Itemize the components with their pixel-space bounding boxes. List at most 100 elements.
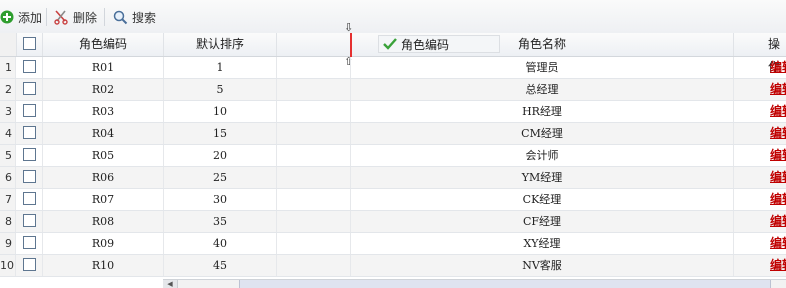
table-row[interactable]: 6 R0625 YM经理 编辑	[0, 167, 786, 189]
table-row[interactable]: 7 R0730 CK经理 编辑	[0, 189, 786, 211]
role-code-cell: R07	[43, 189, 164, 210]
row-number: 8	[0, 211, 16, 232]
table-row[interactable]: 9 R0940 XY经理 编辑	[0, 233, 786, 255]
sort-order-cell: 30	[164, 189, 277, 210]
row-number: 10	[0, 255, 16, 276]
blank-cell	[277, 167, 351, 188]
row-number: 4	[0, 123, 16, 144]
table-row[interactable]: 2 R025 总经理 编辑	[0, 79, 786, 101]
edit-link[interactable]: 编辑	[770, 104, 786, 118]
column-header-sort-order[interactable]: 默认排序	[164, 33, 277, 56]
role-name-cell: CM经理	[351, 123, 734, 144]
sort-order-cell: 35	[164, 211, 277, 232]
role-name-cell: CF经理	[351, 211, 734, 232]
role-name-cell: CK经理	[351, 189, 734, 210]
checkmark-icon	[383, 38, 397, 50]
edit-link[interactable]: 编辑	[770, 126, 786, 140]
row-select-cell	[17, 189, 43, 210]
row-select-cell	[17, 167, 43, 188]
role-name-cell: HR经理	[351, 101, 734, 122]
row-number: 3	[0, 101, 16, 122]
blank-cell	[277, 123, 351, 144]
row-checkbox[interactable]	[23, 236, 36, 249]
actions-cell: 编辑	[734, 255, 786, 276]
role-name-cell: 会计师	[351, 145, 734, 166]
row-number: 7	[0, 189, 16, 210]
table-row[interactable]: 1R011管理员编辑	[0, 57, 786, 79]
row-checkbox[interactable]	[23, 82, 36, 95]
row-checkbox[interactable]	[23, 192, 36, 205]
role-code-cell: R08	[43, 211, 164, 232]
role-name-cell: NV客服	[351, 255, 734, 276]
role-code-cell: R05	[43, 145, 164, 166]
add-button[interactable]: 添加	[0, 7, 42, 27]
edit-link[interactable]: 编辑	[770, 236, 786, 250]
select-all-checkbox[interactable]	[23, 37, 36, 50]
row-select-cell	[17, 101, 43, 122]
row-select-cell	[17, 123, 43, 144]
actions-cell: 编辑	[734, 101, 786, 122]
edit-link[interactable]: 编辑	[770, 192, 786, 206]
row-number-header	[0, 33, 17, 56]
row-number: 2	[0, 79, 16, 100]
actions-cell: 编辑	[734, 211, 786, 232]
row-number: 5	[0, 145, 16, 166]
role-name-cell: 管理员	[351, 57, 734, 78]
table-row[interactable]: 3 R0310 HR经理 编辑	[0, 101, 786, 123]
sort-order-cell: 10	[164, 101, 277, 122]
table-row[interactable]: 5 R0520 会计师 编辑	[0, 145, 786, 167]
row-select-cell	[17, 145, 43, 166]
column-header-label: 角色编码	[78, 37, 127, 51]
row-checkbox[interactable]	[23, 126, 36, 139]
actions-cell: 编辑	[734, 145, 786, 166]
role-code-cell: R09	[43, 233, 164, 254]
column-drag-proxy[interactable]: 角色编码	[378, 35, 500, 53]
row-select-cell	[17, 79, 43, 100]
actions-cell: 编辑	[734, 167, 786, 188]
row-checkbox[interactable]	[23, 214, 36, 227]
sort-order-cell: 40	[164, 233, 277, 254]
column-header-label: 默认排序	[195, 37, 244, 51]
search-button-label: 搜索	[132, 10, 157, 25]
table-row[interactable]: 4 R0415 CM经理 编辑	[0, 123, 786, 145]
column-header-actions[interactable]: 操作	[734, 33, 786, 74]
toolbar-separator	[104, 8, 105, 26]
grid-body: 1R011管理员编辑2R025总经理编辑3R0310HR经理编辑4R0415CM…	[0, 57, 786, 277]
edit-link[interactable]: 编辑	[770, 258, 786, 272]
actions-cell: 编辑	[734, 57, 786, 78]
row-checkbox[interactable]	[23, 104, 36, 117]
select-all-cell	[17, 33, 43, 56]
role-code-cell: R04	[43, 123, 164, 144]
row-checkbox[interactable]	[23, 170, 36, 183]
row-checkbox[interactable]	[23, 148, 36, 161]
edit-link[interactable]: 编辑	[770, 60, 786, 74]
role-name-cell: YM经理	[351, 167, 734, 188]
add-button-label: 添加	[18, 10, 43, 25]
role-code-cell: R03	[43, 101, 164, 122]
role-name-cell: 总经理	[351, 79, 734, 100]
edit-link[interactable]: 编辑	[770, 170, 786, 184]
search-button[interactable]: 搜索	[113, 7, 156, 27]
row-select-cell	[17, 211, 43, 232]
drag-proxy-label: 角色编码	[401, 37, 450, 52]
row-select-cell	[17, 255, 43, 276]
row-checkbox[interactable]	[23, 258, 36, 271]
sort-order-cell: 1	[164, 57, 277, 78]
delete-button[interactable]: 删除	[53, 7, 97, 27]
blank-cell	[277, 79, 351, 100]
edit-link[interactable]: 编辑	[770, 82, 786, 96]
edit-link[interactable]: 编辑	[770, 214, 786, 228]
table-row[interactable]: 8 R0835 CF经理 编辑	[0, 211, 786, 233]
column-drop-indicator	[350, 33, 352, 57]
blank-cell	[277, 211, 351, 232]
table-row[interactable]: 10 R1045 NV客服 编辑	[0, 255, 786, 277]
actions-cell: 编辑	[734, 233, 786, 254]
toolbar: 添加 删除 搜索	[0, 0, 786, 34]
edit-link[interactable]: 编辑	[770, 148, 786, 162]
column-header-role-code[interactable]: 角色编码	[43, 33, 164, 56]
scissors-icon	[54, 10, 68, 25]
row-number: 1	[0, 57, 16, 78]
blank-cell	[277, 101, 351, 122]
blank-cell	[277, 255, 351, 276]
row-checkbox[interactable]	[23, 60, 36, 73]
